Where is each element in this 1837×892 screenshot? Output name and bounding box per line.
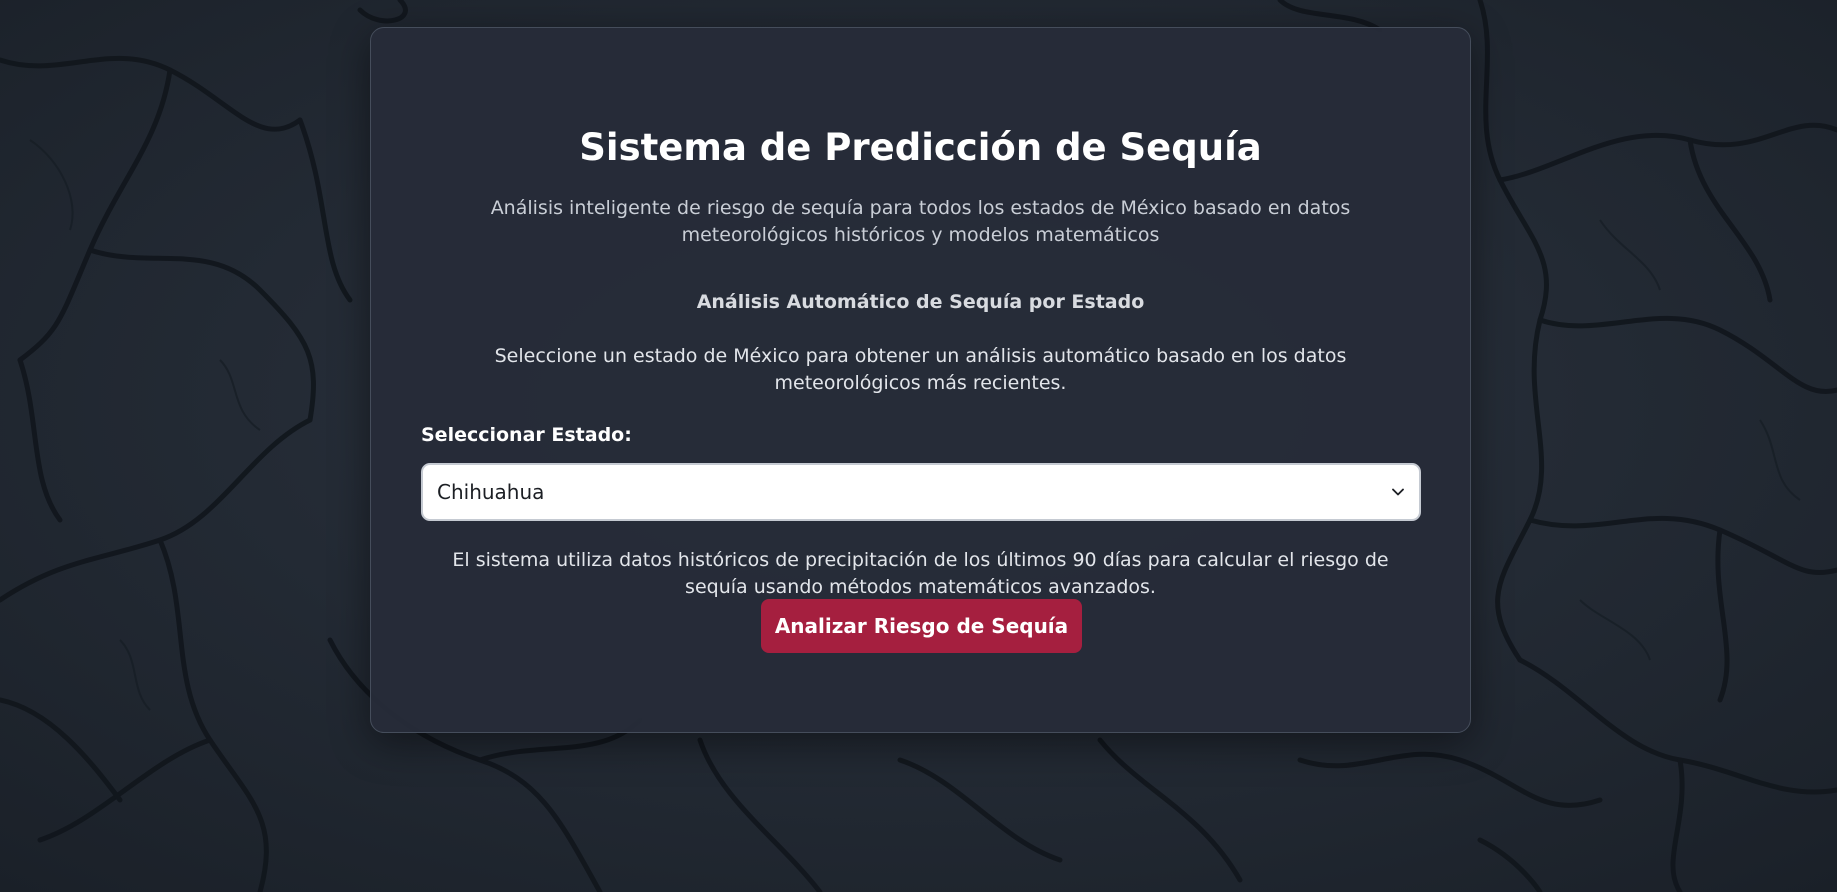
- chevron-down-icon: [1391, 485, 1405, 499]
- section-heading: Análisis Automático de Sequía por Estado: [696, 291, 1145, 313]
- prediction-card: Sistema de Predicción de Sequía Análisis…: [370, 27, 1471, 733]
- analyze-risk-button[interactable]: Analizar Riesgo de Sequía: [761, 599, 1082, 653]
- method-note: El sistema utiliza datos históricos de p…: [452, 549, 1389, 598]
- page-subtitle: Análisis inteligente de riesgo de sequía…: [490, 197, 1351, 246]
- page-title: Sistema de Predicción de Sequía: [579, 126, 1262, 169]
- state-select-value: Chihuahua: [437, 480, 545, 504]
- state-select[interactable]: Chihuahua: [421, 463, 1421, 521]
- instructions-text: Seleccione un estado de México para obte…: [494, 345, 1347, 394]
- state-select-label: Seleccionar Estado:: [421, 424, 632, 446]
